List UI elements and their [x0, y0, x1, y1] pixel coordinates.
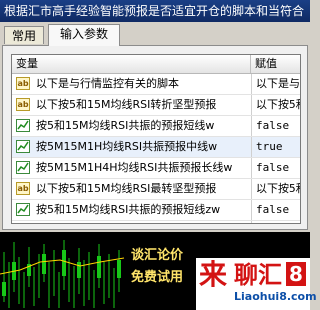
- parameter-name: 以下是与行情监控有关的脚本: [36, 77, 179, 90]
- parameter-name: 以下按5和15M均线RSI转折坚型预报: [36, 98, 217, 111]
- brand-name: 聊汇: [234, 261, 282, 289]
- column-header-variable[interactable]: 变量: [16, 55, 38, 73]
- parameters-grid: 变量 赋值 ab 以下是与行情监控有关的脚本 以下是与行情 ab 以下按5和15M均线R…: [11, 54, 301, 224]
- parameter-row[interactable]: 按5M15M1H均线RSI共振预报中线w true: [12, 137, 300, 158]
- ab-icon: ab: [16, 77, 30, 90]
- parameter-row[interactable]: 按5M15M1H均线RSI共振预报中线zwfalse: [12, 221, 300, 223]
- input-parameters-panel: 变量 赋值 ab 以下是与行情监控有关的脚本 以下是与行情 ab 以下按5和15M均线R…: [2, 45, 308, 230]
- parameter-value[interactable]: 以下按5和15M: [251, 95, 300, 115]
- parameter-value[interactable]: false: [251, 200, 300, 220]
- tab-bar: 常用 输入参数: [0, 24, 310, 46]
- parameter-row[interactable]: 按5和15M均线RSI共振的预报短线zw false: [12, 200, 300, 221]
- parameter-row[interactable]: ab 以下按5和15M均线RSI转折坚型预报 以下按5和15M: [12, 95, 300, 116]
- tab-input-parameters[interactable]: 输入参数: [48, 24, 120, 46]
- parameter-value[interactable]: 以下按5和15M: [251, 179, 300, 199]
- parameter-name: 以下按5和15M均线RSI最转坚型预报: [36, 182, 217, 195]
- parameter-name: 按5M15M1H4H均线RSI共振预报长线w: [36, 161, 233, 174]
- parameter-name: 按5M15M1H均线RSI共振预报中线zw: [36, 221, 248, 223]
- promo-line-1: 谈汇论价: [130, 248, 183, 263]
- parameter-name: 按5和15M均线RSI共振的预报短线zw: [36, 203, 221, 216]
- parameter-name: 按5和15M均线RSI共振的预报短线w: [36, 119, 215, 132]
- parameter-value[interactable]: false: [251, 158, 300, 178]
- promo-line-2: 免费试用: [130, 270, 183, 285]
- brand-url: Liaohui8.com: [234, 290, 317, 303]
- parameter-value[interactable]: 以下是与行情: [251, 74, 300, 94]
- brand-number: 8: [286, 262, 306, 286]
- parameter-row[interactable]: 按5和15M均线RSI共振的预报短线w false: [12, 116, 300, 137]
- promo-text: 谈汇论价 免费试用: [124, 232, 190, 310]
- column-header-value[interactable]: 赋值: [255, 55, 277, 73]
- parameter-name: 按5M15M1H均线RSI共振预报中线w: [36, 140, 218, 153]
- ab-icon: ab: [16, 182, 30, 195]
- parameter-value[interactable]: true: [251, 137, 300, 157]
- line-chart-icon: [16, 140, 30, 153]
- grid-rows: ab 以下是与行情监控有关的脚本 以下是与行情 ab 以下按5和15M均线RSI转折坚型…: [12, 74, 300, 223]
- tab-common[interactable]: 常用: [4, 26, 44, 44]
- parameter-value[interactable]: false: [251, 221, 300, 223]
- grid-header: 变量 赋值: [12, 55, 300, 74]
- parameter-row[interactable]: 按5M15M1H4H均线RSI共振预报长线w false: [12, 158, 300, 179]
- column-divider[interactable]: [250, 55, 251, 73]
- parameter-row[interactable]: ab 以下是与行情监控有关的脚本 以下是与行情: [12, 74, 300, 95]
- brand-watermark: 来 聊汇 8 Liaohui8.com: [196, 258, 317, 310]
- parameter-value[interactable]: false: [251, 116, 300, 136]
- instruction-banner: 根据汇市高手经验智能预报是否适宜开仓的脚本和当符合: [0, 0, 310, 22]
- line-chart-icon: [16, 203, 30, 216]
- ab-icon: ab: [16, 98, 30, 111]
- parameter-row[interactable]: ab 以下按5和15M均线RSI最转坚型预报 以下按5和15M: [12, 179, 300, 200]
- line-chart-icon: [16, 119, 30, 132]
- brand-logo-lai: 来: [198, 258, 227, 291]
- line-chart-icon: [16, 161, 30, 174]
